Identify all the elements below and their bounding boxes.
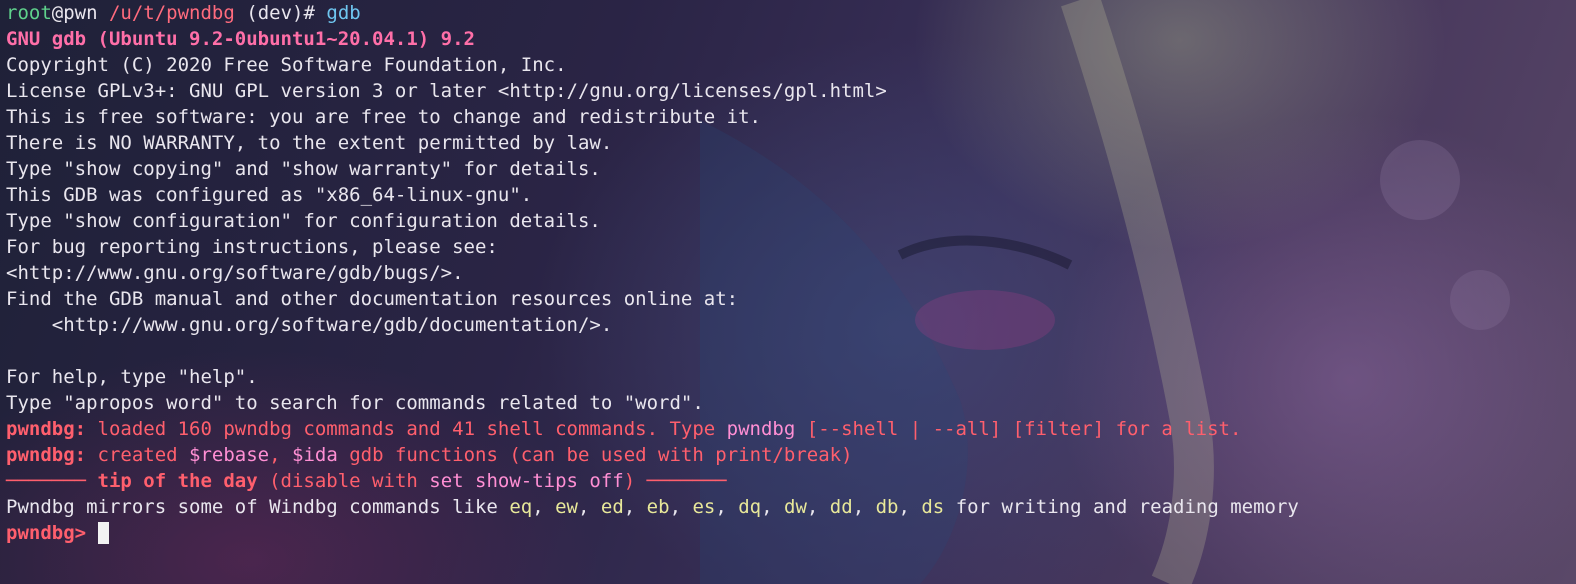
banner-line: This GDB was configured as "x86_64-linux… [6, 184, 533, 206]
pwndbg-created-line: pwndbg: created $rebase, $ida gdb functi… [6, 442, 1566, 468]
banner-line: For bug reporting instructions, please s… [6, 236, 498, 258]
created-text-end: gdb functions (can be used with print/br… [337, 444, 853, 466]
windbg-cmd: es [692, 496, 716, 518]
prompt-branch: (dev)# [246, 2, 315, 24]
tip-of-day-line: ─────── tip of the day (disable with set… [6, 468, 1566, 494]
banner-line: Find the GDB manual and other documentat… [6, 288, 739, 310]
banner-line: There is NO WARRANTY, to the extent perm… [6, 132, 613, 154]
windbg-cmd: ds [921, 496, 945, 518]
windbg-cmd: dq [738, 496, 762, 518]
pwndbg-prompt: pwndbg> [6, 522, 98, 544]
banner-line: <http://www.gnu.org/software/gdb/bugs/>. [6, 262, 464, 284]
cmd-sep: , [623, 496, 647, 518]
tip-content-suffix: for writing and reading memory [944, 496, 1299, 518]
windbg-cmd: eq [509, 496, 533, 518]
windbg-cmd: eb [646, 496, 670, 518]
prompt-host: @pwn [51, 2, 98, 24]
loaded-text-end: [--shell | --all] [filter] for a list. [795, 418, 1242, 440]
tip-command: set show-tips off [429, 470, 624, 492]
banner-line: This is free software: you are free to c… [6, 106, 761, 128]
tip-title: tip of the day [97, 470, 258, 492]
prompt-path: /u/t/pwndbg [108, 2, 235, 24]
prompt-user: root [6, 2, 52, 24]
created-func-rebase: $rebase [189, 444, 270, 466]
cmd-sep: , [532, 496, 556, 518]
cmd-sep: , [852, 496, 876, 518]
banner-line [6, 338, 1566, 364]
banner-line: <http://www.gnu.org/software/gdb/documen… [6, 314, 613, 336]
tip-text: (disable with [257, 470, 430, 492]
pwndbg-loaded-line: pwndbg: loaded 160 pwndbg commands and 4… [6, 416, 1566, 442]
created-text: created [86, 444, 190, 466]
prompt-command: gdb [326, 2, 361, 24]
cmd-sep: , [898, 496, 922, 518]
banner-line: License GPLv3+: GNU GPL version 3 or lat… [6, 80, 887, 102]
pwndbg-label: pwndbg: [6, 418, 87, 440]
banner-line: For help, type "help". [6, 366, 258, 388]
created-func-ida: $ida [292, 444, 338, 466]
windbg-cmd: dd [829, 496, 853, 518]
created-sep: , [269, 444, 292, 466]
tip-divider-left: ─────── [6, 470, 98, 492]
tip-divider-right: ─────── [646, 470, 727, 492]
cmd-sep: , [669, 496, 693, 518]
pwndbg-label: pwndbg: [6, 444, 87, 466]
shell-prompt-line: root@pwn /u/t/pwndbg (dev)# gdb [6, 0, 1566, 26]
banner-line: Copyright (C) 2020 Free Software Foundat… [6, 54, 567, 76]
tip-text-end: ) [623, 470, 647, 492]
tip-content-line: Pwndbg mirrors some of Windbg commands l… [6, 494, 1566, 520]
loaded-text: loaded 160 pwndbg commands and 41 shell … [86, 418, 727, 440]
banner-line: Type "show configuration" for configurat… [6, 210, 601, 232]
loaded-command: pwndbg [726, 418, 796, 440]
cmd-sep: , [806, 496, 830, 518]
banner-line: Type "apropos word" to search for comman… [6, 392, 704, 414]
cmd-sep: , [761, 496, 785, 518]
windbg-cmd: dw [784, 496, 807, 518]
windbg-cmd: ed [600, 496, 624, 518]
cmd-sep: , [715, 496, 739, 518]
terminal-output[interactable]: root@pwn /u/t/pwndbg (dev)# gdb GNU gdb … [6, 0, 1566, 546]
windbg-cmd: ew [555, 496, 578, 518]
windbg-cmd: db [875, 496, 899, 518]
cmd-sep: , [578, 496, 601, 518]
banner-line: Type "show copying" and "show warranty" … [6, 158, 601, 180]
gdb-version-line: GNU gdb (Ubuntu 9.2-0ubuntu1~20.04.1) 9.… [6, 28, 475, 50]
tip-content-prefix: Pwndbg mirrors some of Windbg commands l… [6, 496, 510, 518]
text-cursor[interactable] [97, 522, 109, 544]
pwndbg-input-line[interactable]: pwndbg> [6, 520, 1566, 546]
